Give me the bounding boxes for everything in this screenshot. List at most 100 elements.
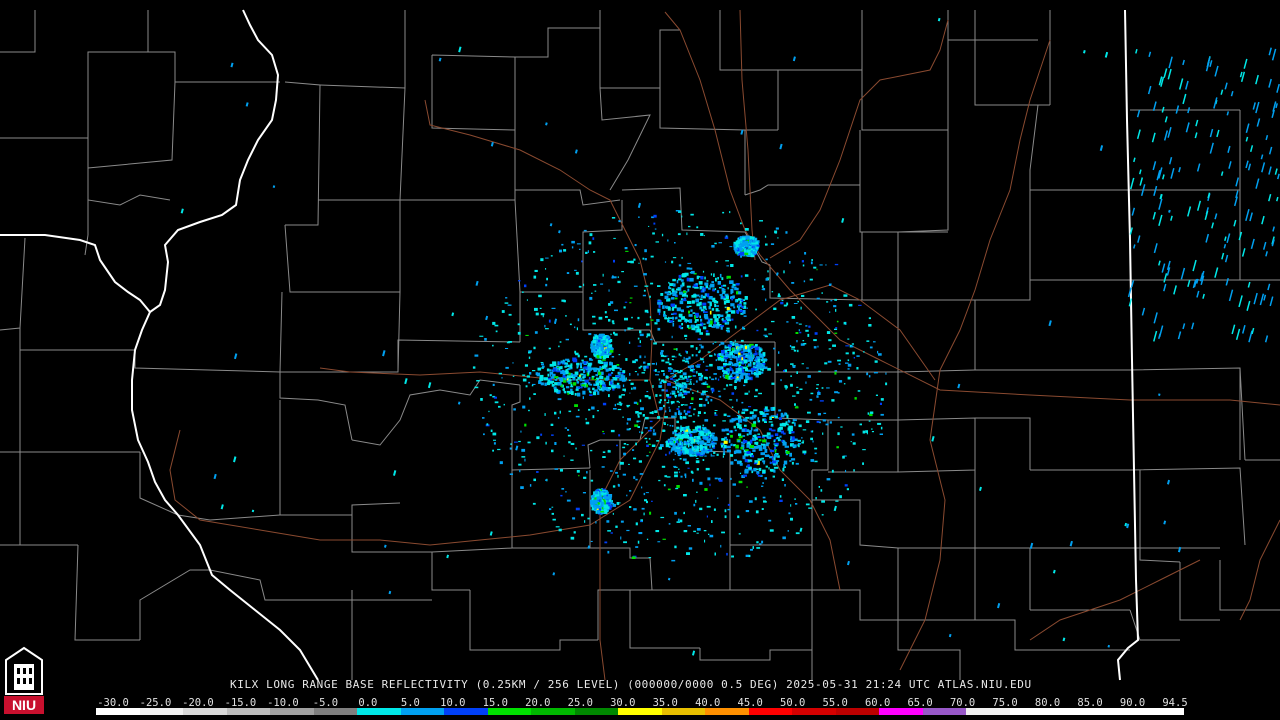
echo-pixel [608, 504, 611, 507]
echo-pixel [802, 340, 805, 342]
echo-pixel [671, 335, 673, 339]
echo-pixel [705, 332, 710, 336]
echo-pixel [736, 361, 739, 366]
echo-pixel [630, 260, 634, 264]
echo-pixel [655, 394, 658, 397]
echo-pixel [592, 415, 595, 419]
echo-pixel [794, 422, 796, 427]
echo-pixel [616, 385, 621, 389]
echo-pixel [796, 386, 799, 388]
echo-pixel [655, 241, 659, 243]
echo-pixel [805, 325, 808, 327]
echo-pixel [635, 411, 639, 414]
echo-pixel [660, 293, 664, 296]
echo-pixel [696, 303, 700, 307]
echo-pixel [743, 315, 747, 317]
echo-pixel [745, 237, 749, 240]
echo-pixel [672, 392, 676, 395]
echo-pixel [557, 398, 562, 401]
echo-pixel [762, 469, 766, 474]
echo-pixel [545, 283, 548, 287]
echo-pixel [834, 328, 838, 330]
echo-pixel [638, 460, 642, 463]
echo-pixel [708, 320, 711, 324]
echo-pixel [711, 388, 715, 392]
echo-pixel [702, 435, 707, 439]
scale-swatch [792, 708, 836, 715]
echo-pixel [835, 500, 839, 502]
echo-pixel [618, 401, 622, 403]
echo-pixel [637, 426, 640, 428]
echo-pixel [686, 552, 690, 555]
echo-pixel [795, 322, 799, 324]
echo-pixel [764, 335, 768, 338]
echo-pixel [729, 341, 734, 344]
echo-pixel [658, 446, 662, 450]
echo-pixel [654, 369, 657, 372]
echo-pixel [575, 415, 580, 418]
echo-pixel [845, 362, 849, 364]
echo-pixel [616, 502, 620, 505]
echo-pixel [717, 277, 719, 280]
echo-pixel [742, 447, 745, 450]
echo-pixel [678, 378, 681, 380]
echo-pixel [493, 442, 496, 445]
echo-pixel [773, 466, 779, 469]
echo-pixel [664, 416, 668, 418]
echo-pixel [505, 366, 509, 369]
echo-pixel [687, 425, 690, 429]
echo-pixel [790, 436, 792, 440]
echo-pixel [552, 363, 557, 367]
echo-pixel [591, 406, 595, 410]
echo-pixel [602, 451, 606, 453]
echo-pixel [729, 366, 732, 369]
echo-pixel [540, 433, 543, 436]
echo-pixel [644, 499, 647, 502]
echo-pixel [581, 513, 584, 517]
echo-pixel [505, 297, 508, 299]
echo-pixel [685, 475, 687, 479]
echo-pixel [885, 372, 887, 375]
echo-pixel [680, 388, 683, 391]
echo-pixel [602, 386, 605, 389]
echo-pixel [695, 354, 698, 357]
echo-pixel [524, 284, 527, 288]
echo-pixel [736, 422, 740, 426]
echo-pixel [758, 447, 763, 451]
echo-pixel [880, 413, 884, 416]
echo-pixel [834, 298, 837, 301]
echo-pixel [856, 367, 859, 370]
echo-pixel [755, 428, 759, 432]
echo-pixel [702, 302, 707, 306]
echo-pixel [600, 353, 603, 356]
echo-pixel [678, 468, 680, 470]
echo-pixel [696, 436, 701, 440]
echo-pixel [740, 339, 744, 342]
echo-pixel [745, 353, 749, 355]
echo-pixel [771, 320, 775, 323]
echo-pixel [587, 517, 590, 520]
echo-pixel [657, 327, 661, 331]
echo-pixel [727, 368, 729, 372]
echo-pixel [658, 401, 662, 404]
echo-pixel [663, 422, 666, 424]
echo-pixel [703, 411, 706, 414]
echo-pixel [602, 402, 607, 406]
echo-pixel [494, 401, 499, 404]
echo-pixel [622, 370, 626, 373]
echo-pixel [659, 407, 663, 410]
echo-pixel [575, 271, 579, 275]
echo-pixel [693, 383, 695, 385]
echo-pixel [797, 439, 801, 442]
echo-pixel [679, 519, 683, 523]
echo-pixel [583, 476, 587, 479]
echo-pixel [554, 388, 559, 393]
echo-pixel [816, 268, 818, 271]
echo-pixel [655, 362, 657, 366]
echo-pixel [667, 382, 671, 386]
echo-pixel [671, 355, 675, 358]
echo-pixel [592, 322, 596, 325]
echo-pixel [483, 433, 485, 436]
echo-pixel [714, 318, 719, 322]
echo-pixel [720, 295, 724, 300]
